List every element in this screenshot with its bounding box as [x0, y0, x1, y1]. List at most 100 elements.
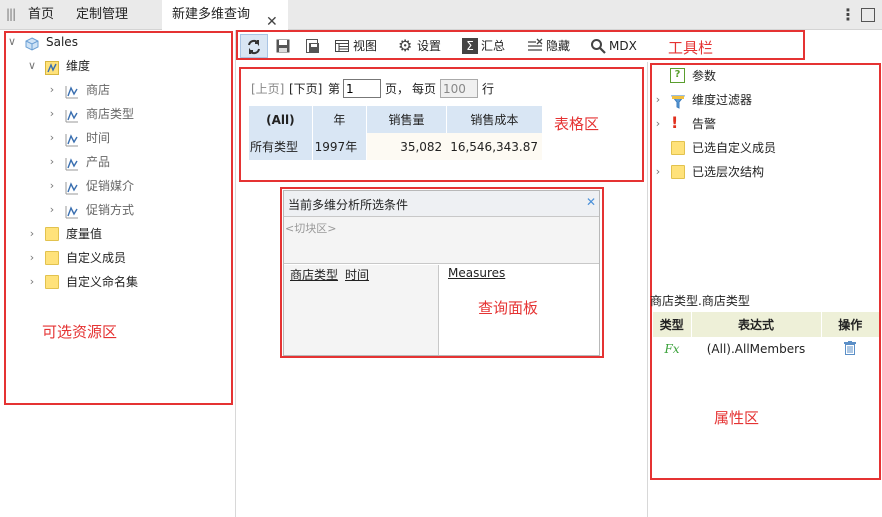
tree-dimension-folder[interactable]: ∨ 维度	[26, 54, 226, 78]
table-cell[interactable]: 16,546,343.87	[446, 133, 542, 160]
row-field-time[interactable]: 时间	[345, 266, 369, 283]
property-item-label: 维度过滤器	[692, 93, 753, 107]
chevron-right-icon[interactable]: ›	[46, 174, 58, 198]
tree-root-sales[interactable]: ∨ Sales	[6, 30, 226, 54]
annotation-query-panel: 查询面板	[478, 299, 539, 317]
folder-icon	[671, 141, 685, 155]
tree-folder-label: 自定义命名集	[66, 275, 139, 289]
chevron-right-icon[interactable]: ›	[46, 126, 58, 150]
tree-dimension-label: 时间	[86, 131, 111, 145]
page-suffix: 页，	[385, 82, 410, 96]
dimension-icon	[65, 179, 79, 195]
table-cell[interactable]: 1997年	[312, 133, 368, 160]
tree-folder-custom-named-sets[interactable]: › 自定义命名集	[26, 270, 226, 294]
chevron-right-icon[interactable]: ›	[652, 88, 664, 112]
tree-root-label: Sales	[46, 35, 78, 49]
table-header-cell[interactable]: (All)	[249, 106, 313, 133]
folder-icon	[45, 275, 59, 289]
tree-dimension-label: 商店类型	[86, 107, 135, 121]
property-item-label: 参数	[692, 69, 717, 83]
tab-home[interactable]: 首页	[28, 0, 62, 30]
per-page-input[interactable]	[440, 79, 478, 98]
expression-header-cell: 表达式	[691, 312, 822, 337]
tree-folder-custom-members[interactable]: › 自定义成员	[26, 246, 226, 270]
tab-new-multidim-query[interactable]: 新建多维查询 ✕	[162, 0, 288, 30]
filter-icon	[670, 93, 686, 109]
tree-folder-label: 自定义成员	[66, 251, 127, 265]
tree-dimension-item[interactable]: › 时间	[46, 126, 226, 150]
expression-table: 类型 表达式 操作 Fx (All).AllMembers	[653, 312, 879, 361]
next-page-link[interactable]: [下页]	[289, 78, 322, 100]
tree-dimension-item[interactable]: › 商店类型	[46, 102, 226, 126]
chevron-down-icon[interactable]: ∨	[26, 54, 38, 78]
tab-custom-management[interactable]: 定制管理	[76, 0, 142, 30]
table-header-cell[interactable]: 销售量	[366, 106, 447, 133]
page-input[interactable]	[343, 79, 381, 98]
chevron-right-icon[interactable]: ›	[652, 112, 664, 136]
delete-icon[interactable]	[844, 340, 856, 358]
menu-grip-icon[interactable]: |||	[6, 7, 16, 21]
property-item-alert[interactable]: › ! 告警	[652, 112, 872, 136]
row-zone[interactable]: 商店类型 时间	[284, 265, 439, 355]
table-cell[interactable]: 所有类型	[249, 133, 313, 160]
table-header-cell[interactable]: 销售成本	[446, 106, 542, 133]
tree-dimension-label: 产品	[86, 155, 111, 169]
chevron-right-icon[interactable]: ›	[46, 150, 58, 174]
slicer-placeholder: <切块区>	[285, 222, 337, 235]
expression-cell[interactable]: (All).AllMembers	[691, 337, 821, 361]
toolbar-frame	[236, 30, 805, 60]
tree-folder-label: 度量值	[66, 227, 103, 241]
table-header-cell[interactable]: 年	[312, 106, 368, 133]
formula-icon: Fx	[664, 342, 680, 356]
annotation-resource-area: 可选资源区	[42, 323, 118, 341]
expression-row: Fx (All).AllMembers	[653, 337, 879, 361]
chevron-right-icon[interactable]: ›	[26, 222, 38, 246]
table-cell[interactable]: 35,082	[366, 133, 447, 160]
per-page-prefix: 每页	[412, 82, 437, 96]
left-pane-divider[interactable]	[235, 30, 236, 517]
expression-header-cell: 类型	[653, 312, 692, 337]
prev-page-link[interactable]: [上页]	[251, 78, 284, 100]
property-item-dimension-filter[interactable]: › 维度过滤器	[652, 88, 872, 112]
tree-dimension-label: 促销方式	[86, 203, 135, 217]
property-item-label: 已选层次结构	[692, 165, 765, 179]
chevron-down-icon[interactable]: ∨	[6, 30, 18, 54]
close-icon[interactable]: ✕	[586, 195, 596, 209]
annotation-table-area: 表格区	[554, 115, 600, 133]
slicer-zone[interactable]: <切块区>	[284, 217, 599, 264]
table-row: 所有类型 1997年 35,082 16,546,343.87	[249, 133, 542, 160]
property-item-selected-hierarchies[interactable]: › 已选层次结构	[652, 160, 872, 184]
dimension-folder-icon	[45, 59, 59, 75]
page-prefix: 第	[328, 82, 341, 96]
property-item-selected-custom-members[interactable]: 已选自定义成员	[652, 136, 872, 160]
chevron-right-icon[interactable]: ›	[46, 198, 58, 222]
chevron-right-icon[interactable]: ›	[46, 78, 58, 102]
property-item-parameters[interactable]: ? 参数	[652, 64, 872, 88]
selected-hierarchy-path: 商店类型.商店类型	[650, 294, 750, 308]
chevron-right-icon[interactable]: ›	[46, 102, 58, 126]
chevron-right-icon[interactable]: ›	[652, 160, 664, 184]
maximize-icon[interactable]	[861, 8, 875, 22]
chevron-right-icon[interactable]: ›	[26, 270, 38, 294]
right-pane-divider[interactable]	[647, 62, 648, 517]
tree-dimension-item[interactable]: › 促销方式	[46, 198, 226, 222]
more-options-icon[interactable]: ⋮	[840, 5, 856, 24]
query-panel: 当前多维分析所选条件 ✕ <切块区> 商店类型 时间 Measures	[283, 190, 600, 356]
chevron-right-icon[interactable]: ›	[26, 246, 38, 270]
tree-dimension-item[interactable]: › 商店	[46, 78, 226, 102]
tree-folder-measures[interactable]: › 度量值	[26, 222, 226, 246]
query-panel-header: 当前多维分析所选条件 ✕	[284, 191, 599, 217]
dimension-icon	[65, 203, 79, 219]
row-field-store-type[interactable]: 商店类型	[290, 266, 338, 283]
expression-action-cell	[821, 337, 879, 361]
folder-icon	[671, 165, 685, 179]
tab-bar: ||| 首页 定制管理 新建多维查询 ✕ ⋮	[0, 0, 882, 30]
column-field-measures[interactable]: Measures	[448, 266, 505, 280]
tree-dimension-item[interactable]: › 产品	[46, 150, 226, 174]
annotation-toolbar: 工具栏	[668, 39, 714, 57]
tree-dimension-item[interactable]: › 促销媒介	[46, 174, 226, 198]
property-item-label: 已选自定义成员	[692, 141, 777, 155]
dimension-icon	[65, 155, 79, 171]
tree-dimension-label: 商店	[86, 83, 111, 97]
expression-header-cell: 操作	[821, 312, 879, 337]
